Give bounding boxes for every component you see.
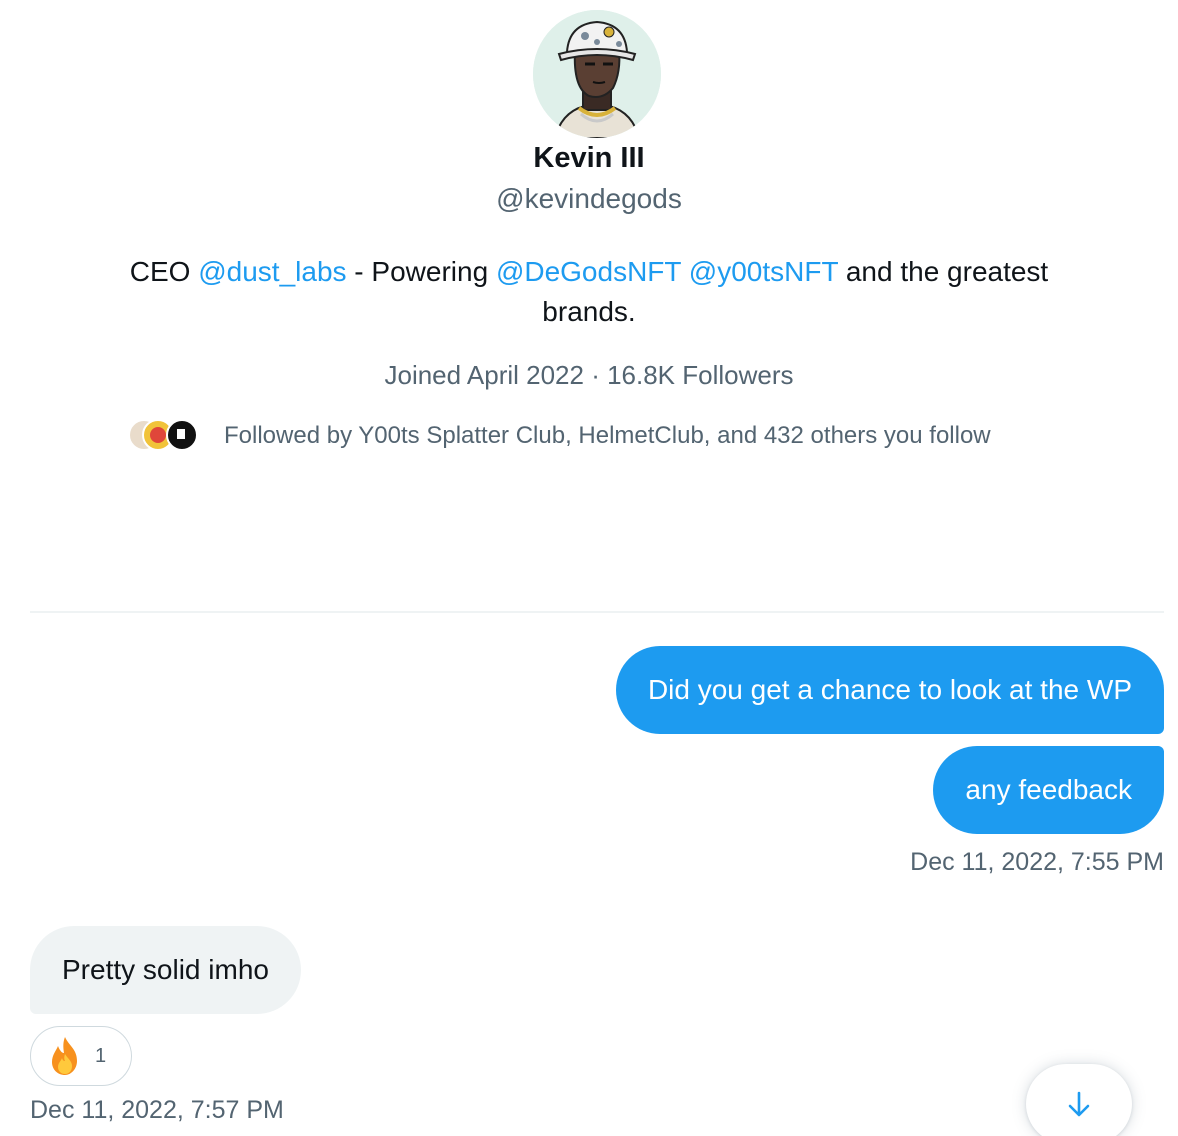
- followers-you-know-avatars: [128, 417, 202, 455]
- message-text: Did you get a chance to look at the WP: [647, 674, 1132, 705]
- message-bubble-outgoing[interactable]: any feedback: [933, 746, 1164, 834]
- profile-display-name: Kevin III: [533, 142, 645, 174]
- reaction-pill[interactable]: 1: [30, 1026, 132, 1086]
- bio-mention-dust-labs[interactable]: @dust_labs: [198, 256, 346, 287]
- message-text: Pretty solid imho: [62, 954, 269, 985]
- message-timestamp: Dec 11, 2022, 7:57 PM: [30, 1096, 284, 1124]
- bio-mention-y00ts[interactable]: @y00tsNFT: [689, 256, 838, 287]
- bio-text-space: [681, 256, 689, 287]
- divider: [30, 611, 1164, 613]
- follower-avatar: [166, 419, 198, 451]
- avatar-illustration: [533, 10, 661, 138]
- message-bubble-outgoing[interactable]: Did you get a chance to look at the WP: [615, 646, 1164, 734]
- profile-handle: @kevindegods: [496, 183, 682, 214]
- profile-bio: CEO @dust_labs - Powering @DeGodsNFT @y0…: [100, 252, 1078, 332]
- reaction-count: 1: [95, 1044, 107, 1067]
- followed-by-text: Followed by Y00ts Splatter Club, HelmetC…: [224, 422, 991, 449]
- arrow-down-icon: [1068, 1091, 1090, 1117]
- bio-text-prefix: CEO: [129, 256, 199, 287]
- fire-emoji-icon: [52, 1037, 77, 1075]
- bio-mention-degods[interactable]: @DeGodsNFT: [496, 256, 681, 287]
- followed-by-row[interactable]: Followed by Y00ts Splatter Club, HelmetC…: [128, 416, 991, 456]
- dm-conversation: Kevin III @kevindegods CEO @dust_labs - …: [0, 0, 1178, 1136]
- message-text: any feedback: [965, 774, 1132, 805]
- profile-avatar[interactable]: [533, 10, 661, 138]
- profile-meta: Joined April 2022 · 16.8K Followers: [384, 360, 794, 390]
- message-bubble-incoming[interactable]: Pretty solid imho: [30, 926, 301, 1014]
- scroll-to-bottom-button[interactable]: [1026, 1064, 1132, 1136]
- bio-text-middle: - Powering: [346, 256, 496, 287]
- message-timestamp: Dec 11, 2022, 7:55 PM: [910, 848, 1164, 876]
